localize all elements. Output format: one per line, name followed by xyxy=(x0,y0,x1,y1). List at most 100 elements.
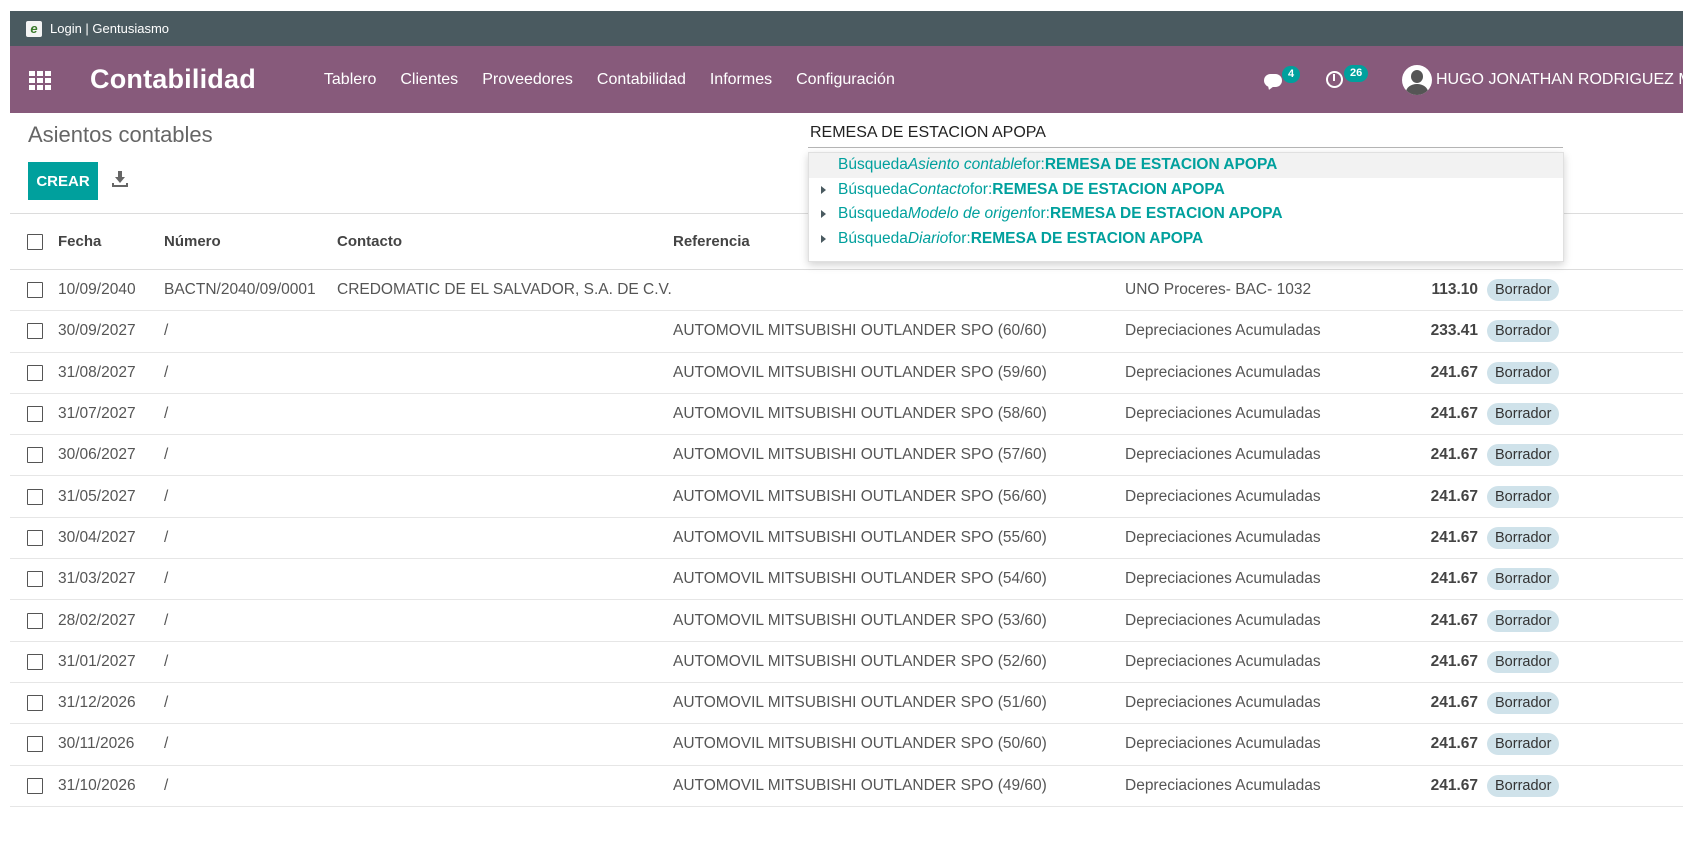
cell-fecha: 31/07/2027 xyxy=(58,405,136,423)
status-badge: Borrador xyxy=(1487,526,1560,549)
menu-item-configuracion[interactable]: Configuración xyxy=(796,71,895,89)
menu-item-proveedores[interactable]: Proveedores xyxy=(482,71,573,89)
row-checkbox[interactable] xyxy=(27,612,43,629)
main-menu: Tablero Clientes Proveedores Contabilida… xyxy=(324,71,919,89)
search-input[interactable] xyxy=(808,118,1563,148)
status-badge: Borrador xyxy=(1487,320,1560,343)
cell-referencia: AUTOMOVIL MITSUBISHI OUTLANDER SPO (54/6… xyxy=(673,570,1047,588)
cell-numero: / xyxy=(164,570,169,588)
column-header-numero[interactable]: Número xyxy=(164,233,221,250)
search-option-asiento-contable[interactable]: Búsqueda Asiento contable for: REMESA DE… xyxy=(809,153,1563,178)
activities-clock-icon[interactable]: 26 xyxy=(1326,64,1369,89)
row-checkbox[interactable] xyxy=(27,406,43,423)
row-checkbox[interactable] xyxy=(27,777,43,794)
row-checkbox[interactable] xyxy=(27,364,43,381)
window-titlebar: e Login | Gentusiasmo xyxy=(10,11,1683,46)
menu-item-informes[interactable]: Informes xyxy=(710,71,772,89)
activities-badge: 26 xyxy=(1344,64,1369,82)
search-autocomplete-dropdown: Búsqueda Asiento contable for: REMESA DE… xyxy=(808,152,1564,262)
user-avatar[interactable] xyxy=(1402,64,1432,95)
cell-total: 241.67 xyxy=(1430,487,1478,505)
cell-referencia: AUTOMOVIL MITSUBISHI OUTLANDER SPO (49/6… xyxy=(673,776,1047,794)
create-button[interactable]: CREAR xyxy=(28,162,98,200)
cell-total: 241.67 xyxy=(1430,652,1478,670)
table-row[interactable]: 30/04/2027 / AUTOMOVIL MITSUBISHI OUTLANDE… xyxy=(10,518,1683,560)
table-row[interactable]: 28/02/2027 / AUTOMOVIL MITSUBISHI OUTLANDE… xyxy=(10,600,1683,642)
row-checkbox[interactable] xyxy=(27,736,43,753)
column-header-referencia[interactable]: Referencia xyxy=(673,233,750,250)
messages-badge: 4 xyxy=(1282,65,1301,83)
row-checkbox[interactable] xyxy=(27,653,43,670)
cell-numero: / xyxy=(164,652,169,670)
status-badge: Borrador xyxy=(1487,361,1560,384)
cell-referencia: AUTOMOVIL MITSUBISHI OUTLANDER SPO (50/6… xyxy=(673,735,1047,753)
menu-item-clientes[interactable]: Clientes xyxy=(400,71,458,89)
search-option-diario[interactable]: Búsqueda Diario for: REMESA DE ESTACION … xyxy=(809,227,1563,252)
cell-fecha: 28/02/2027 xyxy=(58,611,136,629)
cell-diario: Depreciaciones Acumuladas xyxy=(1125,611,1321,629)
table-row[interactable]: 31/12/2026 / AUTOMOVIL MITSUBISHI OUTLANDE… xyxy=(10,683,1683,725)
column-header-fecha[interactable]: Fecha xyxy=(58,233,101,250)
cell-diario: Depreciaciones Acumuladas xyxy=(1125,735,1321,753)
status-badge: Borrador xyxy=(1487,279,1560,302)
table-row[interactable]: 10/09/2040 BACTN/2040/09/0001 CREDOMATIC D… xyxy=(10,270,1683,312)
cell-referencia: AUTOMOVIL MITSUBISHI OUTLANDER SPO (58/6… xyxy=(673,405,1047,423)
table-row[interactable]: 31/05/2027 / AUTOMOVIL MITSUBISHI OUTLANDE… xyxy=(10,476,1683,518)
table-row[interactable]: 30/11/2026 / AUTOMOVIL MITSUBISHI OUTLANDE… xyxy=(10,724,1683,766)
table-row[interactable]: 31/03/2027 / AUTOMOVIL MITSUBISHI OUTLANDE… xyxy=(10,559,1683,601)
page-title[interactable]: Asientos contables xyxy=(28,122,213,148)
table-row[interactable]: 30/09/2027 / AUTOMOVIL MITSUBISHI OUTLANDE… xyxy=(10,311,1683,353)
row-checkbox[interactable] xyxy=(27,488,43,505)
status-badge: Borrador xyxy=(1487,403,1560,426)
cell-diario: Depreciaciones Acumuladas xyxy=(1125,652,1321,670)
cell-referencia: AUTOMOVIL MITSUBISHI OUTLANDER SPO (53/6… xyxy=(673,611,1047,629)
app-brand[interactable]: Contabilidad xyxy=(90,64,256,95)
expand-caret-icon[interactable] xyxy=(821,210,826,218)
cell-fecha: 31/03/2027 xyxy=(58,570,136,588)
status-badge: Borrador xyxy=(1487,692,1560,715)
cell-contacto: CREDOMATIC DE EL SALVADOR, S.A. DE C.V. xyxy=(337,281,672,299)
messages-icon[interactable]: 4 xyxy=(1264,65,1301,91)
cell-numero: BACTN/2040/09/0001 xyxy=(164,281,316,299)
user-name[interactable]: HUGO JONATHAN RODRIGUEZ MOJICA xyxy=(1436,71,1683,89)
cell-total: 241.67 xyxy=(1430,446,1478,464)
expand-caret-icon[interactable] xyxy=(821,234,826,243)
navbar-systray: 4 26 HUGO JONATHAN RODRIGUEZ MOJICA xyxy=(1264,46,1683,113)
expand-caret-icon[interactable] xyxy=(821,185,826,194)
column-header-contacto[interactable]: Contacto xyxy=(337,233,402,250)
cell-numero: / xyxy=(164,363,169,381)
cell-total: 241.67 xyxy=(1430,405,1478,423)
apps-menu-icon[interactable] xyxy=(29,68,53,92)
cell-diario: Depreciaciones Acumuladas xyxy=(1125,528,1321,546)
row-checkbox[interactable] xyxy=(27,529,43,546)
cell-numero: / xyxy=(164,446,169,464)
cell-numero: / xyxy=(164,487,169,505)
menu-item-tablero[interactable]: Tablero xyxy=(324,71,376,89)
row-checkbox[interactable] xyxy=(27,447,43,464)
select-all-checkbox[interactable] xyxy=(27,233,43,250)
status-badge: Borrador xyxy=(1487,609,1560,632)
row-checkbox[interactable] xyxy=(27,323,43,340)
row-checkbox[interactable] xyxy=(27,571,43,588)
search-option-contacto[interactable]: Búsqueda Contacto for: REMESA DE ESTACIO… xyxy=(809,178,1563,203)
row-checkbox[interactable] xyxy=(27,282,43,299)
cell-diario: Depreciaciones Acumuladas xyxy=(1125,322,1321,340)
browser-logo-icon: e xyxy=(26,20,42,37)
row-checkbox[interactable] xyxy=(27,695,43,712)
cell-referencia: AUTOMOVIL MITSUBISHI OUTLANDER SPO (59/6… xyxy=(673,363,1047,381)
status-badge: Borrador xyxy=(1487,485,1560,508)
status-badge: Borrador xyxy=(1487,650,1560,673)
table-row[interactable]: 31/10/2026 / AUTOMOVIL MITSUBISHI OUTLANDE… xyxy=(10,766,1683,807)
menu-item-contabilidad[interactable]: Contabilidad xyxy=(597,71,686,89)
download-icon[interactable] xyxy=(112,170,128,188)
cell-referencia: AUTOMOVIL MITSUBISHI OUTLANDER SPO (60/6… xyxy=(673,322,1047,340)
cell-total: 241.67 xyxy=(1430,776,1478,794)
search-option-modelo-de-origen[interactable]: Búsqueda Modelo de origen for: REMESA DE… xyxy=(809,202,1563,227)
table-row[interactable]: 31/08/2027 / AUTOMOVIL MITSUBISHI OUTLANDE… xyxy=(10,353,1683,394)
cell-numero: / xyxy=(164,735,169,753)
table-row[interactable]: 31/01/2027 / AUTOMOVIL MITSUBISHI OUTLANDE… xyxy=(10,642,1683,683)
status-badge: Borrador xyxy=(1487,733,1560,756)
table-row[interactable]: 31/07/2027 / AUTOMOVIL MITSUBISHI OUTLANDE… xyxy=(10,394,1683,436)
table-row[interactable]: 30/06/2027 / AUTOMOVIL MITSUBISHI OUTLANDE… xyxy=(10,435,1683,477)
cell-fecha: 31/08/2027 xyxy=(58,363,136,381)
